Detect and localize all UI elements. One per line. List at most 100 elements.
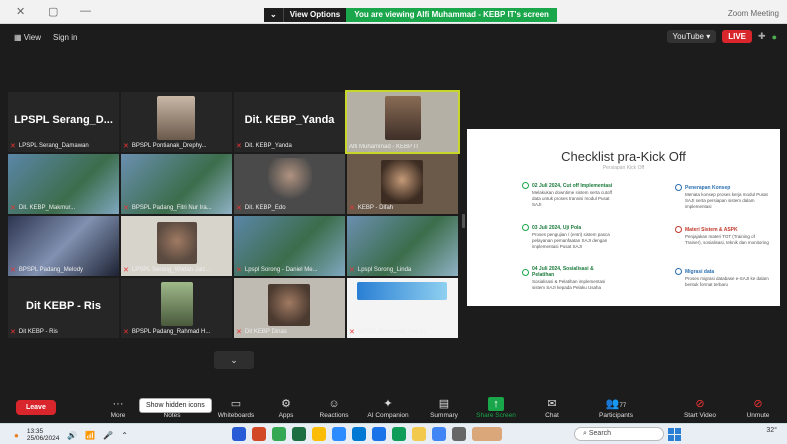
check-circle-icon (522, 268, 529, 276)
participants-button[interactable]: 👥77 Participants (592, 397, 640, 419)
chrome-profile-app-icon[interactable] (312, 427, 326, 441)
checklist-item: 04 Juli 2024, Sosialisasi & Pelatihan So… (522, 266, 617, 291)
leave-button[interactable]: Leave (16, 400, 56, 415)
participants-count: 77 (619, 403, 627, 409)
participant-tile[interactable]: ✕ BPSPL Padang_Fitri Nur Ira... (121, 154, 232, 214)
ai-companion-button[interactable]: ✦ AI Companion (364, 397, 412, 419)
participant-tile[interactable]: Dit KEBP - Ris ✕ Dit KEBP - Ris (8, 278, 119, 338)
participant-tile[interactable]: ✕ Dit. KEBP_Makmur... (8, 154, 119, 214)
meeting-area: ▦ View Sign in YouTube ▾ LIVE ✚ ● LPSPL … (0, 24, 787, 395)
mic-muted-icon: ✕ (10, 329, 16, 336)
participant-tile[interactable]: ✕ LPSPL Serang_Wildan Jaiz... (121, 216, 232, 276)
share-screen-button[interactable]: ↑ Share Screen (472, 397, 520, 419)
mic-muted-icon: ✕ (123, 205, 129, 212)
mic-tray-icon[interactable]: 🎤 (103, 431, 113, 440)
os-taskbar: ● 13:35 25/06/2024 🔊 📶 🎤 ⌃ ⌕ Search 32° (0, 423, 787, 444)
participant-tile[interactable]: ✕ Dit KEBP Dinas (234, 278, 345, 338)
participant-tile-active-speaker[interactable]: Alfi Muhammad - KEBP IT (345, 90, 460, 154)
grid-collapse-button[interactable]: ⌄ (214, 351, 254, 369)
edge-app-icon[interactable] (352, 427, 366, 441)
check-circle-icon (675, 268, 682, 275)
excel-app-icon[interactable] (292, 427, 306, 441)
participant-banner-image (357, 282, 447, 300)
store-app-icon[interactable] (432, 427, 446, 441)
participant-tile[interactable]: ✕ BPSPL Pontianak_Pujian (347, 278, 458, 338)
shared-screen-slide: Checklist pra-Kick Off Persiapan Kick Of… (467, 129, 780, 306)
settings-icon[interactable]: ✚ (758, 31, 766, 42)
view-options-dropdown[interactable]: ⌄ (264, 8, 283, 22)
splitter-handle[interactable] (462, 214, 465, 228)
participant-tile[interactable]: ✕ Dit. KEBP_Edo (234, 154, 345, 214)
participants-icon: 👥 (605, 398, 620, 410)
summary-button[interactable]: ▤ Summary (420, 397, 468, 419)
app-title: Zoom Meeting (727, 9, 779, 18)
chevron-up-icon[interactable]: ⌃ (121, 431, 128, 440)
reactions-button[interactable]: ☺ Reactions (310, 397, 358, 419)
participant-tile[interactable]: ✕ KEBP - Difah (347, 154, 458, 214)
participant-tile[interactable]: ✕ BPSPL Padang_Rahmad H... (121, 278, 232, 338)
chevron-down-icon: ⌄ (230, 355, 238, 365)
windows-start-icon[interactable] (668, 428, 681, 441)
slide-subtitle: Persiapan Kick Off (602, 165, 645, 171)
close-icon[interactable]: ✕ (16, 5, 25, 18)
more-button[interactable]: ··· More (94, 397, 142, 419)
participant-video (268, 158, 312, 202)
view-options-button[interactable]: View Options (282, 8, 347, 22)
file-explorer-icon[interactable] (412, 427, 426, 441)
whiteboard-icon: ▭ (230, 398, 242, 410)
check-circle-icon (675, 184, 682, 191)
mic-muted-icon: ✕ (236, 205, 242, 212)
chrome-app-icon[interactable] (272, 427, 286, 441)
whiteboards-button[interactable]: ▭ Whiteboards (212, 397, 260, 419)
reactions-icon: ☺ (328, 398, 340, 410)
taskbar-search[interactable]: ⌕ Search (574, 427, 664, 441)
participant-tile[interactable]: ✕ BPSPL Pontianak_Drephy... (121, 92, 232, 152)
speaker-icon[interactable]: 🔊 (67, 431, 77, 440)
zoom-app-icon[interactable] (332, 427, 346, 441)
apps-icon: ⚙ (281, 398, 291, 410)
unmute-button[interactable]: ⊘ Unmute (734, 397, 782, 419)
restore-icon[interactable]: ▢ (48, 5, 58, 18)
terminal-app-icon[interactable] (452, 427, 466, 441)
mic-muted-icon: ✕ (349, 329, 355, 336)
youtube-button[interactable]: YouTube ▾ (666, 30, 717, 43)
teams-app-icon[interactable] (392, 427, 406, 441)
participant-tile[interactable]: LPSPL Serang_D... ✕ LPSPL Serang_Damawan (8, 92, 119, 152)
live-badge: LIVE (722, 30, 753, 43)
apps-button[interactable]: ⚙ Apps (262, 397, 310, 419)
participant-tile[interactable]: ✕ Lpspl Sorong_Linda (347, 216, 458, 276)
mic-muted-icon: ✕ (349, 267, 355, 274)
minimize-icon[interactable]: — (80, 5, 91, 17)
security-shield-icon[interactable]: ● (772, 32, 777, 42)
viewing-screen-label: You are viewing Alfi Muhammad - KEBP IT'… (346, 8, 557, 22)
participant-video (268, 284, 310, 326)
taskbar-apps (232, 427, 502, 441)
weather-widget-icon[interactable] (472, 427, 502, 441)
more-dots-icon: ··· (112, 398, 124, 410)
word-app-icon[interactable] (232, 427, 246, 441)
sign-in-link[interactable]: Sign in (53, 33, 77, 42)
mic-muted-icon: ⊘ (753, 398, 763, 410)
grid-icon: ▦ (14, 33, 24, 42)
powerpoint-app-icon[interactable] (252, 427, 266, 441)
outlook-app-icon[interactable] (372, 427, 386, 441)
clock[interactable]: 13:35 25/06/2024 (27, 428, 60, 443)
meeting-topbar-left: ▦ View Sign in (14, 33, 77, 42)
wifi-icon[interactable]: 📶 (85, 431, 95, 440)
checklist-item: 03 Juli 2024, Uji Pola Proses pengujian … (522, 224, 617, 250)
chat-button[interactable]: ✉ Chat (528, 397, 576, 419)
participant-tile[interactable]: ✕ BPSPL Padang_Melody (8, 216, 119, 276)
participant-photo (157, 96, 195, 140)
checklist-item: Migrasi data Proses migrasi database e-S… (675, 268, 770, 288)
sparkle-icon: ✦ (383, 398, 393, 410)
start-video-button[interactable]: ⊘ Start Video (676, 397, 724, 419)
slide-title: Checklist pra-Kick Off (561, 149, 686, 164)
mic-muted-icon: ✕ (236, 329, 242, 336)
participant-tile[interactable]: ✕ Lpspl Sorong - Daniel Me... (234, 216, 345, 276)
checklist-item: 02 Juli 2024, Cut off Implementasi Melak… (522, 182, 617, 208)
view-button[interactable]: ▦ View (14, 33, 41, 42)
weather-icon[interactable]: ● (14, 431, 19, 440)
weather-temp[interactable]: 32° (766, 427, 777, 434)
share-arrow-icon: ↑ (488, 397, 504, 411)
participant-tile[interactable]: Dit. KEBP_Yanda ✕ Dit. KEBP_Yanda (234, 92, 345, 152)
